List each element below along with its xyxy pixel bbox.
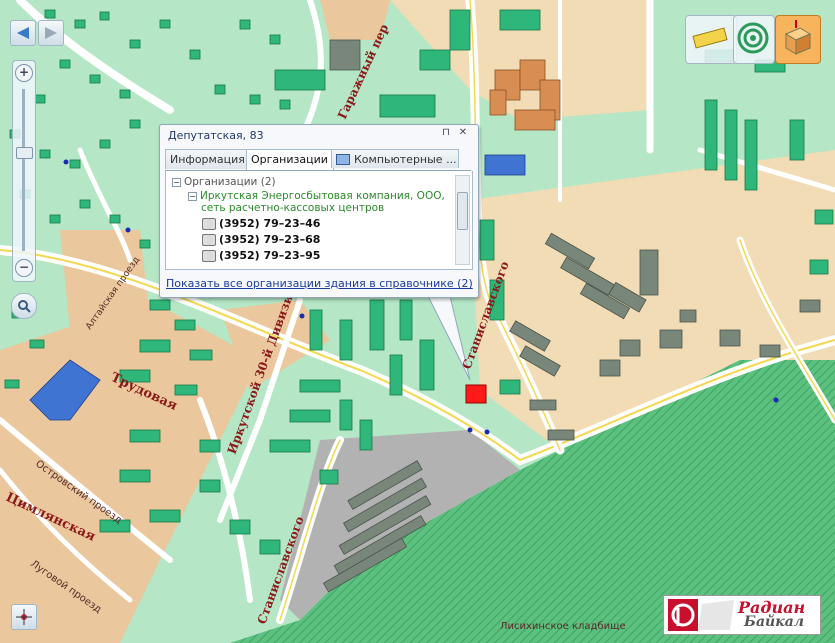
org-item-subtitle: сеть расчетно-кассовых центров	[201, 202, 385, 214]
pin-icon[interactable]: ⊓	[440, 127, 452, 139]
scroll-thumb[interactable]	[457, 192, 468, 230]
city-map[interactable]: Гаражный пер Станиславского Иркутской 30…	[0, 0, 835, 643]
locate-button[interactable]	[11, 604, 37, 630]
phone-icon	[202, 234, 216, 246]
computer-icon	[336, 154, 350, 165]
phone-row[interactable]: (3952) 79–23–95	[202, 249, 320, 262]
cube-icon	[784, 20, 812, 55]
ruler-tool-button[interactable]	[685, 15, 737, 64]
collapse-icon[interactable]: −	[172, 177, 181, 187]
phone-row[interactable]: (3952) 79–23–68	[202, 233, 320, 246]
cemetery-label: Лисихинское кладбище	[500, 621, 626, 632]
radar-button[interactable]	[733, 15, 775, 64]
crosshair-icon	[16, 609, 32, 625]
logo-line2: Байкал	[744, 614, 805, 630]
zoom-out-button[interactable]: −	[15, 259, 33, 277]
arrow-left-icon	[17, 27, 29, 39]
close-icon[interactable]: ✕	[457, 127, 469, 139]
back-arrow-button[interactable]	[10, 20, 36, 46]
arrow-right-icon	[45, 27, 57, 39]
search-tool-button[interactable]	[11, 293, 37, 319]
org-item[interactable]: − Иркутская Энергосбытовая компания, ООО,	[188, 190, 445, 202]
radar-icon	[737, 22, 769, 54]
show-all-orgs-link[interactable]: Показать все организации здания в справо…	[166, 277, 473, 290]
building-popup[interactable]: Депутатская, 83 ⊓ ✕ Информация Организац…	[159, 124, 479, 298]
phone-icon	[202, 218, 216, 230]
phone-row[interactable]: (3952) 79–23–46	[202, 217, 320, 230]
tab-organizations[interactable]: Организации	[246, 149, 334, 170]
popup-title: Депутатская, 83	[168, 129, 264, 142]
zoom-thumb[interactable]	[16, 147, 33, 159]
selected-building[interactable]	[465, 384, 487, 404]
collapse-icon[interactable]: −	[188, 191, 197, 201]
ruler-icon	[692, 27, 728, 49]
tree-scrollbar[interactable]	[455, 175, 470, 265]
zoom-slider[interactable]: + −	[12, 60, 36, 282]
forward-arrow-button[interactable]	[38, 20, 64, 46]
radian-baikal-logo[interactable]: Радиан Байкал	[663, 595, 821, 635]
magnifier-icon	[18, 300, 31, 313]
phone-icon	[202, 250, 216, 262]
zoom-in-button[interactable]: +	[15, 64, 33, 82]
tree-root[interactable]: − Организации (2)	[172, 176, 276, 188]
tab-information[interactable]: Информация	[165, 149, 249, 169]
3d-view-button[interactable]	[775, 15, 821, 64]
tab-computer[interactable]: Компьютерные ...	[331, 149, 459, 168]
popup-tabs: Информация Организации Компьютерные ...	[165, 149, 471, 171]
organizations-tree: − Организации (2) − Иркутская Энергосбытов…	[165, 171, 473, 270]
